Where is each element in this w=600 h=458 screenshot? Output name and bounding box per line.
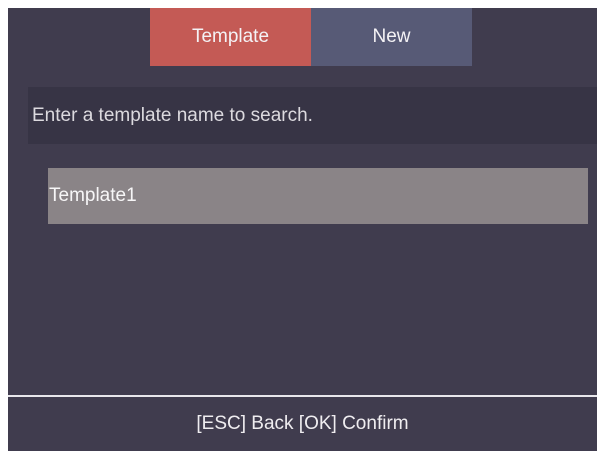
tab-new-label: New	[372, 26, 411, 47]
device-screen: Template New Enter a template name to se…	[8, 8, 597, 451]
search-placeholder: Enter a template name to search.	[32, 104, 313, 126]
tab-template-label: Template	[191, 26, 270, 47]
list-item[interactable]: Template1	[48, 168, 588, 224]
tab-new[interactable]: New	[311, 8, 472, 66]
tab-template[interactable]: Template	[150, 8, 311, 66]
footer-hint: [ESC] Back [OK] Confirm	[8, 397, 597, 451]
search-input[interactable]: Enter a template name to search.	[28, 87, 597, 144]
list-item-label: Template1	[49, 185, 137, 206]
footer-hint-text: [ESC] Back [OK] Confirm	[196, 413, 409, 434]
